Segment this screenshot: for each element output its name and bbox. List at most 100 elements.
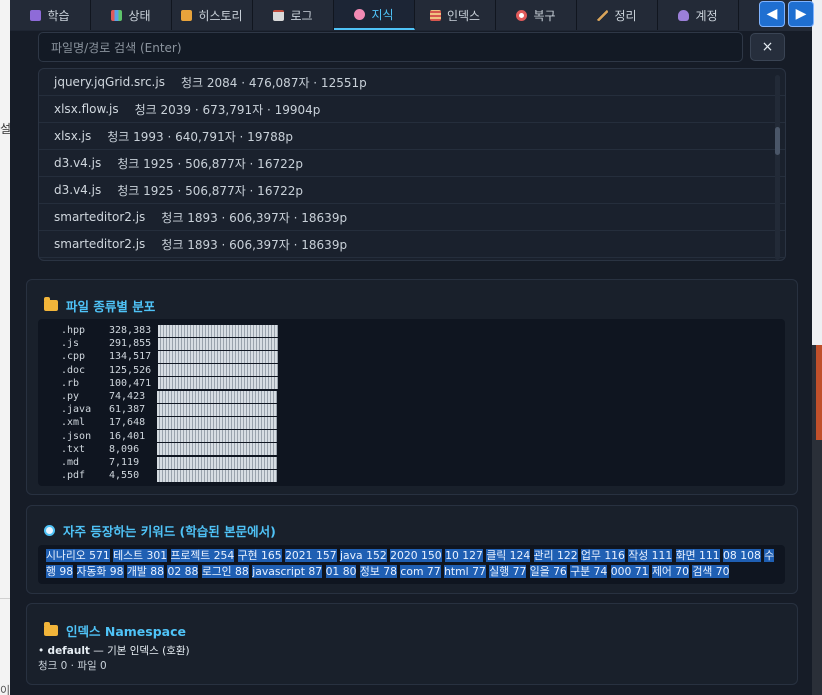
namespace-desc: — 기본 인덱스 (호환) — [93, 645, 190, 657]
file-meta: 청크 1925 · 506,877자 · 16722p — [117, 183, 303, 198]
tab-history[interactable]: 히스토리 — [172, 0, 253, 30]
tab-label: 로그 — [290, 8, 313, 23]
file-count: 8,096 — [109, 443, 140, 455]
tab-label: 계정 — [695, 8, 718, 23]
file-count: 100,471 — [109, 377, 152, 389]
keyword-chip: 제어 70 — [651, 565, 689, 578]
file-extension: .js — [61, 338, 80, 350]
tab-label: 학습 — [47, 8, 70, 23]
distribution-bar — [157, 469, 277, 482]
keywords-title: 자주 등장하는 키워드 (학습된 본문에서) — [63, 524, 276, 539]
file-count: 7,119 — [109, 457, 140, 468]
file-extension: .json — [61, 430, 92, 442]
results-scrollbar[interactable] — [775, 75, 780, 260]
distribution-title: 파일 종류별 분포 — [66, 299, 156, 314]
keyword-chip: 000 71 — [610, 565, 649, 578]
background-text-2: 이 — [0, 684, 11, 695]
distribution-bar — [157, 443, 277, 456]
clear-search-button[interactable]: × — [750, 33, 785, 61]
keyword-chip: 화면 111 — [675, 549, 720, 562]
search-input[interactable]: 파일명/경로 검색 (Enter) — [38, 32, 743, 62]
brain-icon — [354, 8, 366, 20]
keyword-chip: 검색 70 — [692, 565, 730, 578]
distribution-bar — [157, 416, 277, 429]
prev-button[interactable]: ◀ — [759, 1, 785, 27]
keyword-chip: 자동화 98 — [76, 565, 124, 578]
distribution-row: .xml 17,648 — [61, 416, 277, 429]
list-item[interactable]: d3.v4.js 청크 1925 · 506,877자 · 16722p — [39, 177, 785, 204]
file-name: d3.v4.js — [54, 156, 102, 170]
keyword-chip: javascript 87 — [252, 565, 323, 578]
background-accent — [816, 345, 822, 440]
list-item[interactable]: xlsx.js 청크 1993 · 640,791자 · 19788p — [39, 123, 785, 150]
file-meta: 청크 1893 · 606,397자 · 18639p — [161, 210, 348, 225]
file-count: 74,423 — [109, 391, 146, 402]
tab-label: 인덱스 — [446, 8, 481, 23]
tab-status[interactable]: 상태 — [91, 0, 172, 30]
namespace-stats: 청크 0 · 파일 0 — [38, 660, 107, 672]
list-item[interactable]: jquery.jqGrid.src.js 청크 2084 · 476,087자 … — [39, 69, 785, 96]
keyword-chip: 08 108 — [723, 549, 761, 562]
file-results-list: jquery.jqGrid.src.js 청크 2084 · 476,087자 … — [38, 68, 786, 261]
keyword-chip: 02 88 — [167, 565, 199, 578]
tab-knowledge[interactable]: 지식 — [334, 0, 415, 30]
namespace-item[interactable]: • default — 기본 인덱스 (호환) — [38, 643, 190, 658]
namespace-title: 인덱스 Namespace — [66, 624, 186, 639]
keyword-chip: 관리 122 — [533, 549, 578, 562]
broom-icon — [597, 9, 609, 21]
file-extension: .java — [61, 404, 92, 416]
scroll-icon — [181, 9, 193, 21]
list-item[interactable]: smarteditor2.js 청크 1893 · 606,397자 · 186… — [39, 231, 785, 258]
keyword-chip: 개발 88 — [126, 565, 165, 578]
namespace-name: default — [47, 645, 90, 657]
file-count: 17,648 — [109, 417, 146, 429]
tab-account[interactable]: 계정 — [658, 0, 739, 30]
distribution-bar — [157, 403, 277, 416]
file-count: 291,855 — [109, 338, 152, 350]
close-icon: × — [761, 39, 774, 55]
file-extension: .hpp — [61, 325, 86, 336]
keyword-chip: 2020 150 — [390, 549, 442, 562]
tab-index[interactable]: 인덱스 — [415, 0, 496, 30]
keyword-chip: 2021 157 — [285, 549, 337, 562]
distribution-bar — [157, 350, 278, 363]
keyword-chip: com 77 — [400, 565, 441, 578]
tab-learn[interactable]: 학습 — [10, 0, 91, 30]
tab-recover[interactable]: 복구 — [496, 0, 577, 30]
tab-log[interactable]: 로그 — [253, 0, 334, 30]
tab-cleanup[interactable]: 정리 — [577, 0, 658, 30]
file-count: 134,517 — [109, 351, 152, 363]
results-scrollbar-thumb[interactable] — [775, 127, 780, 155]
lifebuoy-icon — [516, 9, 528, 21]
tab-label: 지식 — [371, 7, 394, 22]
user-icon — [678, 9, 690, 21]
file-meta: 청크 1925 · 506,877자 · 16722p — [117, 156, 303, 171]
file-extension: .py — [61, 391, 80, 402]
keyword-chip: 시나리오 571 — [46, 549, 110, 562]
background-page-left — [0, 0, 10, 695]
keyword-chip: 업무 116 — [581, 549, 625, 562]
file-extension: .md — [61, 457, 80, 468]
distribution-row: .java 61,387 — [61, 403, 277, 416]
file-meta: 청크 1993 · 640,791자 · 19788p — [107, 129, 293, 144]
file-extension: .rb — [61, 377, 80, 389]
distribution-row: .js 291,855 — [61, 337, 278, 350]
section-title-namespace: 인덱스 Namespace — [44, 621, 186, 640]
list-item[interactable]: xlsx.flow.js 청크 2039 · 673,791자 · 19904p — [39, 96, 785, 123]
distribution-row: .cpp 134,517 — [61, 350, 278, 363]
distribution-row: .pdf 4,550 — [61, 469, 277, 482]
list-item[interactable]: smarteditor2.js 청크 1893 · 606,397자 · 186… — [39, 204, 785, 231]
file-count: 4,550 — [109, 470, 140, 482]
file-extension: .doc — [61, 364, 86, 376]
clipboard-icon — [273, 9, 285, 21]
file-name: jquery.jqGrid.src.js — [54, 75, 165, 89]
list-item[interactable]: d3.v4.js 청크 1925 · 506,877자 · 16722p — [39, 150, 785, 177]
file-name: smarteditor2.js — [54, 210, 146, 224]
chart-icon — [111, 9, 123, 21]
file-extension: .txt — [61, 443, 86, 455]
distribution-bar — [157, 390, 277, 403]
distribution-row: .txt 8,096 — [61, 443, 277, 456]
file-name: xlsx.flow.js — [54, 102, 119, 116]
distribution-row: .doc 125,526 — [61, 364, 278, 377]
next-button[interactable]: ▶ — [788, 1, 814, 27]
